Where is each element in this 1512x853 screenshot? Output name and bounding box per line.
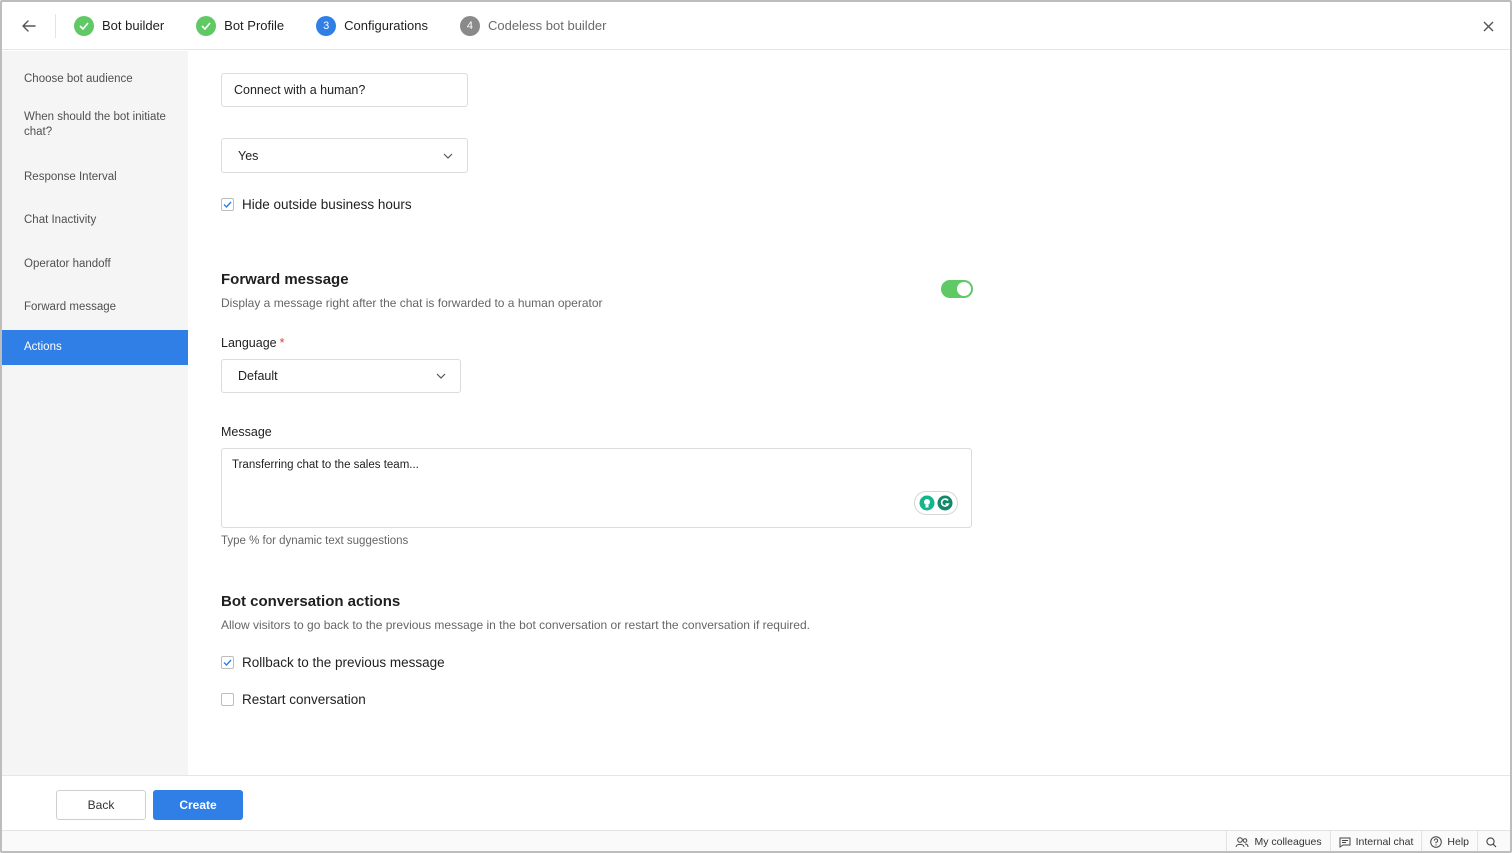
my-colleagues-label: My colleagues	[1254, 836, 1322, 848]
check-icon	[223, 659, 232, 666]
back-button[interactable]	[2, 2, 56, 50]
step-number: 3	[316, 15, 337, 36]
checkbox-label: Restart conversation	[242, 692, 366, 707]
forward-message-description: Display a message right after the chat i…	[221, 296, 603, 310]
app-window: Bot builder Bot Profile 3 Configurations…	[0, 0, 1512, 853]
chevron-down-icon	[443, 153, 453, 159]
bot-actions-title: Bot conversation actions	[221, 593, 401, 610]
step-label: Bot Profile	[224, 18, 285, 33]
check-icon	[223, 201, 232, 208]
wizard-footer: Back Create	[2, 775, 1510, 830]
forward-message-title: Forward message	[221, 271, 349, 288]
config-sidebar: Choose bot audience When should the bot …	[2, 51, 188, 775]
step-number: 4	[459, 15, 480, 36]
button-text-input[interactable]: Connect with a human?	[221, 73, 468, 107]
step-codeless-bot-builder[interactable]: 4 Codeless bot builder	[459, 15, 607, 36]
restart-checkbox[interactable]	[221, 693, 234, 706]
sidebar-item-forward-message[interactable]: Forward message	[2, 286, 188, 329]
step-label: Codeless bot builder	[487, 18, 607, 33]
close-button[interactable]	[1476, 14, 1500, 38]
wizard-steps: Bot builder Bot Profile 3 Configurations…	[74, 15, 639, 36]
show-option-select[interactable]: Yes	[221, 138, 468, 173]
rollback-option: Rollback to the previous message	[221, 655, 445, 670]
message-text: Transferring chat to the sales team...	[232, 459, 419, 471]
help-button[interactable]: Help	[1421, 830, 1477, 851]
internal-chat-label: Internal chat	[1355, 836, 1414, 848]
select-value: Default	[238, 369, 278, 383]
step-bot-builder[interactable]: Bot builder	[74, 15, 165, 36]
language-select[interactable]: Default	[221, 359, 461, 393]
grammarly-icon	[937, 495, 953, 511]
status-bar: My colleagues Internal chat Help	[2, 830, 1510, 851]
wizard-header: Bot builder Bot Profile 3 Configurations…	[2, 2, 1510, 50]
hide-outside-hours-option: Hide outside business hours	[221, 197, 412, 212]
dynamic-text-hint: Type % for dynamic text suggestions	[221, 535, 409, 547]
hide-outside-hours-checkbox[interactable]	[221, 198, 234, 211]
required-mark: *	[279, 336, 285, 350]
step-configurations[interactable]: 3 Configurations	[316, 15, 428, 36]
search-button[interactable]	[1477, 830, 1510, 851]
back-arrow-icon	[22, 19, 36, 32]
language-label-text: Language	[221, 336, 277, 350]
bulb-icon	[919, 495, 935, 511]
language-label: Language *	[221, 336, 285, 350]
back-button-footer[interactable]: Back	[56, 790, 146, 820]
main-content: Connect with a human? Yes Hide outside b…	[188, 51, 1510, 775]
step-label: Configurations	[344, 18, 428, 33]
help-label: Help	[1447, 836, 1469, 848]
check-icon	[196, 15, 217, 36]
checkbox-label: Rollback to the previous message	[242, 655, 445, 670]
forward-message-toggle[interactable]	[941, 280, 973, 298]
chat-icon	[1339, 837, 1351, 848]
message-label: Message	[221, 425, 272, 439]
help-icon	[1430, 836, 1443, 848]
chevron-down-icon	[436, 373, 446, 379]
step-bot-profile[interactable]: Bot Profile	[196, 15, 285, 36]
create-button[interactable]: Create	[153, 790, 243, 820]
sidebar-item-actions[interactable]: Actions	[2, 330, 188, 365]
restart-option: Restart conversation	[221, 692, 366, 707]
search-icon	[1486, 836, 1497, 847]
bot-actions-description: Allow visitors to go back to the previou…	[221, 618, 810, 632]
message-textarea[interactable]: Transferring chat to the sales team...	[221, 448, 972, 528]
sidebar-item-response-interval[interactable]: Response Interval	[2, 155, 188, 199]
internal-chat-button[interactable]: Internal chat	[1329, 830, 1422, 851]
check-icon	[74, 15, 94, 36]
checkbox-label: Hide outside business hours	[242, 197, 412, 212]
sidebar-item-chat-inactivity[interactable]: Chat Inactivity	[2, 199, 188, 242]
step-label: Bot builder	[102, 18, 165, 33]
select-value: Yes	[238, 148, 259, 163]
close-icon	[1483, 21, 1493, 31]
my-colleagues-button[interactable]: My colleagues	[1226, 830, 1329, 851]
colleagues-icon	[1235, 836, 1249, 847]
sidebar-item-choose-bot-audience[interactable]: Choose bot audience	[2, 51, 188, 107]
sidebar-item-operator-handoff[interactable]: Operator handoff	[2, 242, 188, 286]
rollback-checkbox[interactable]	[221, 656, 234, 669]
sidebar-item-bot-initiate-chat[interactable]: When should the bot initiate chat?	[2, 103, 188, 147]
grammarly-widget[interactable]	[914, 491, 958, 515]
